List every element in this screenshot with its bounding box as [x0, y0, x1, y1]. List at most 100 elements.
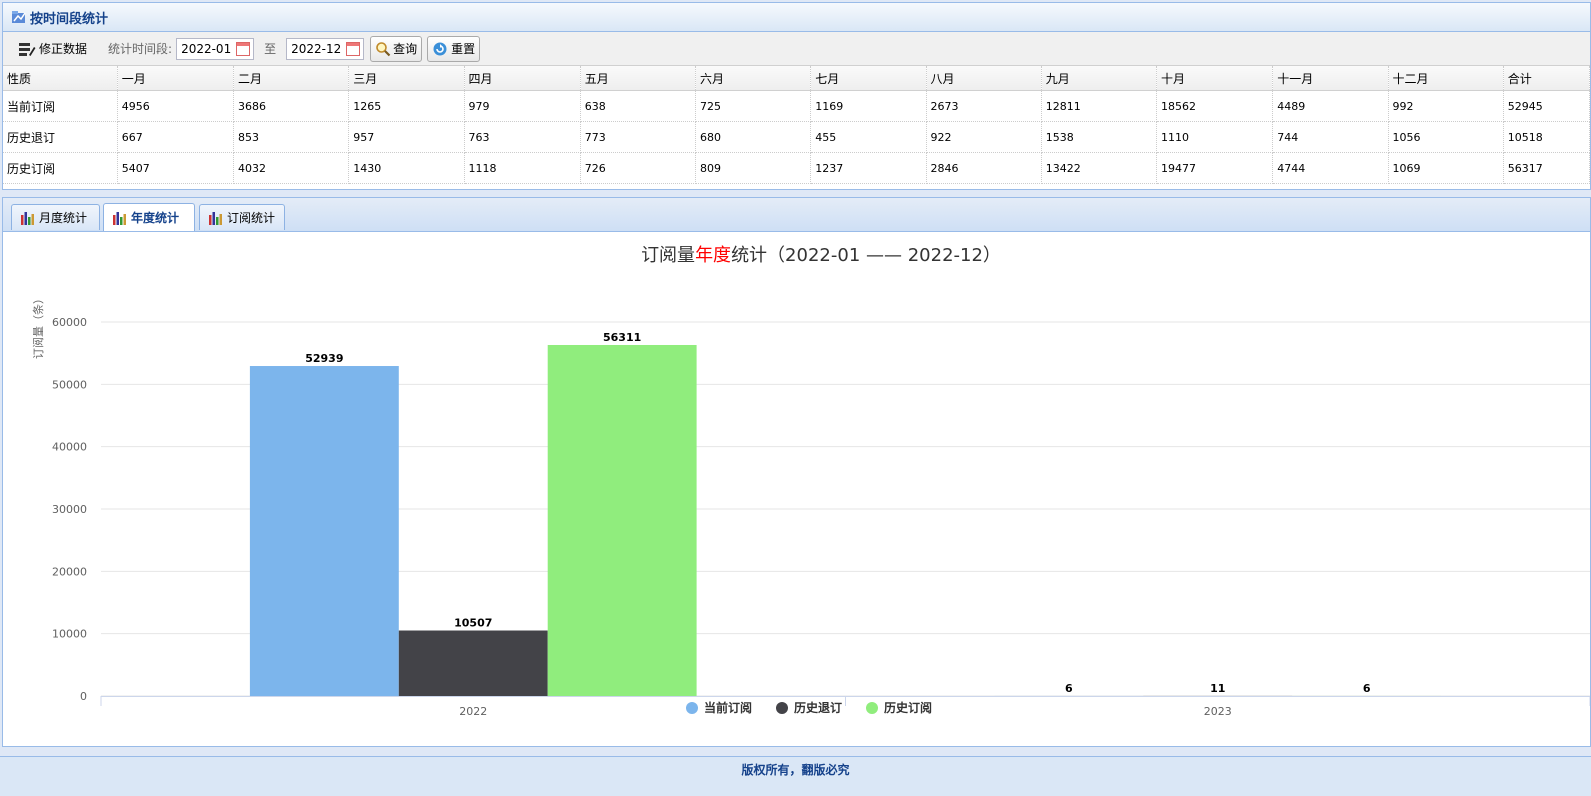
query-button[interactable]: 查询 [370, 36, 422, 62]
start-date-field[interactable]: 2022-01 [176, 38, 254, 60]
table-cell: 10518 [1503, 122, 1589, 153]
header-cell[interactable]: 九月 [1041, 66, 1156, 91]
y-tick-label: 50000 [52, 378, 87, 391]
bar-series [250, 345, 1441, 696]
header-cell[interactable]: 性质 [3, 66, 117, 91]
reset-button[interactable]: 重置 [427, 36, 480, 62]
table-row[interactable]: 历史订阅 5407 4032 1430 1118 726 809 1237 28… [3, 153, 1590, 184]
table-cell: 3686 [234, 91, 349, 122]
header-cell[interactable]: 一月 [117, 66, 233, 91]
y-axis-title: 订阅量（条） [31, 293, 45, 359]
header-cell[interactable]: 二月 [234, 66, 349, 91]
end-date-field[interactable]: 2022-12 [286, 38, 364, 60]
table-cell: 773 [580, 122, 695, 153]
table-cell: 1169 [811, 91, 926, 122]
query-label: 查询 [393, 40, 417, 57]
reset-label: 重置 [451, 40, 475, 57]
stats-folder-icon [11, 10, 27, 24]
legend-marker [776, 702, 788, 714]
table-cell: 1538 [1041, 122, 1156, 153]
x-tick-label: 2023 [1204, 705, 1232, 718]
calendar-icon[interactable] [346, 42, 360, 56]
header-cell[interactable]: 七月 [811, 66, 926, 91]
table-cell: 1237 [811, 153, 926, 184]
legend-label: 历史退订 [794, 700, 842, 715]
bar-chart-icon [208, 211, 224, 225]
table-cell: 12811 [1041, 91, 1156, 122]
header-cell[interactable]: 合计 [1503, 66, 1589, 91]
header-cell[interactable]: 六月 [696, 66, 811, 91]
y-tick-label: 0 [80, 690, 87, 703]
x-tick-label: 2022 [459, 705, 487, 718]
table-cell: 56317 [1503, 153, 1589, 184]
fix-data-button[interactable]: 修正数据 [13, 36, 92, 62]
header-cell[interactable]: 十月 [1157, 66, 1273, 91]
chart-title-highlight: 年度 [695, 245, 731, 266]
table-cell: 667 [117, 122, 233, 153]
copyright-text: 版权所有，翻版必究 [741, 763, 849, 777]
table-cell: 638 [580, 91, 695, 122]
tab-label: 月度统计 [39, 209, 87, 226]
header-cell[interactable]: 八月 [926, 66, 1041, 91]
row-label: 历史订阅 [3, 153, 117, 184]
table-cell: 18562 [1157, 91, 1273, 122]
table-cell: 680 [696, 122, 811, 153]
header-cell[interactable]: 五月 [580, 66, 695, 91]
panel-header: 按时间段统计 [3, 3, 1590, 32]
table-cell: 763 [464, 122, 580, 153]
y-tick-label: 40000 [52, 441, 87, 454]
table-cell: 52945 [1503, 91, 1589, 122]
table-cell: 1056 [1388, 122, 1503, 153]
start-date-value: 2022-01 [181, 42, 231, 56]
y-tick-label: 10000 [52, 628, 87, 641]
table-cell: 5407 [117, 153, 233, 184]
end-date-value: 2022-12 [291, 42, 341, 56]
table-cell: 744 [1273, 122, 1388, 153]
table-cell: 455 [811, 122, 926, 153]
row-label: 当前订阅 [3, 91, 117, 122]
bar-value-label: 6 [1363, 682, 1371, 695]
bar-chart-icon [20, 211, 36, 225]
header-cell[interactable]: 十二月 [1388, 66, 1503, 91]
table-cell: 4032 [234, 153, 349, 184]
table-cell: 4744 [1273, 153, 1388, 184]
header-cell[interactable]: 十一月 [1273, 66, 1388, 91]
table-cell: 809 [696, 153, 811, 184]
table-cell: 4489 [1273, 91, 1388, 122]
y-tick-label: 20000 [52, 565, 87, 578]
search-icon [375, 41, 391, 57]
y-tick-label: 60000 [52, 316, 87, 329]
legend-label: 历史订阅 [884, 700, 932, 715]
tab-label: 订阅统计 [227, 209, 275, 226]
table-cell: 19477 [1157, 153, 1273, 184]
y-tick-label: 30000 [52, 503, 87, 516]
chart-title: 订阅量年度统计（2022-01 —— 2022-12） [641, 245, 1001, 266]
table-cell: 1265 [349, 91, 464, 122]
to-label: 至 [264, 40, 276, 57]
table-cell: 979 [464, 91, 580, 122]
tab-label: 年度统计 [131, 209, 179, 226]
x-axis: 2022 2023 [101, 696, 1590, 718]
yearly-bar-chart: 订阅量年度统计（2022-01 —— 2022-12） 订阅量（条） 0 1000… [3, 232, 1590, 747]
table-row[interactable]: 历史退订 667 853 957 763 773 680 455 922 153… [3, 122, 1590, 153]
tab-monthly[interactable]: 月度统计 [11, 204, 100, 230]
header-cell[interactable]: 三月 [349, 66, 464, 91]
table-row[interactable]: 当前订阅 4956 3686 1265 979 638 725 1169 267… [3, 91, 1590, 122]
table-cell: 992 [1388, 91, 1503, 122]
bar-value-label: 52939 [305, 352, 343, 365]
header-cell[interactable]: 四月 [464, 66, 580, 91]
calendar-icon[interactable] [236, 42, 250, 56]
table-cell: 4956 [117, 91, 233, 122]
bar [548, 345, 697, 696]
tab-yearly[interactable]: 年度统计 [103, 203, 195, 231]
range-label: 统计时间段: [108, 40, 172, 57]
tab-subscription[interactable]: 订阅统计 [199, 204, 285, 230]
chart-panel: 月度统计 年度统计 订阅统计 订阅量年度统计（2022-01 —— 2022-1… [2, 197, 1591, 747]
table-cell: 922 [926, 122, 1041, 153]
bar-value-label: 56311 [603, 331, 641, 344]
legend-marker [686, 702, 698, 714]
edit-data-icon [18, 41, 36, 57]
bar-chart-icon [112, 211, 128, 225]
row-label: 历史退订 [3, 122, 117, 153]
bar-value-label: 6 [1065, 682, 1073, 695]
